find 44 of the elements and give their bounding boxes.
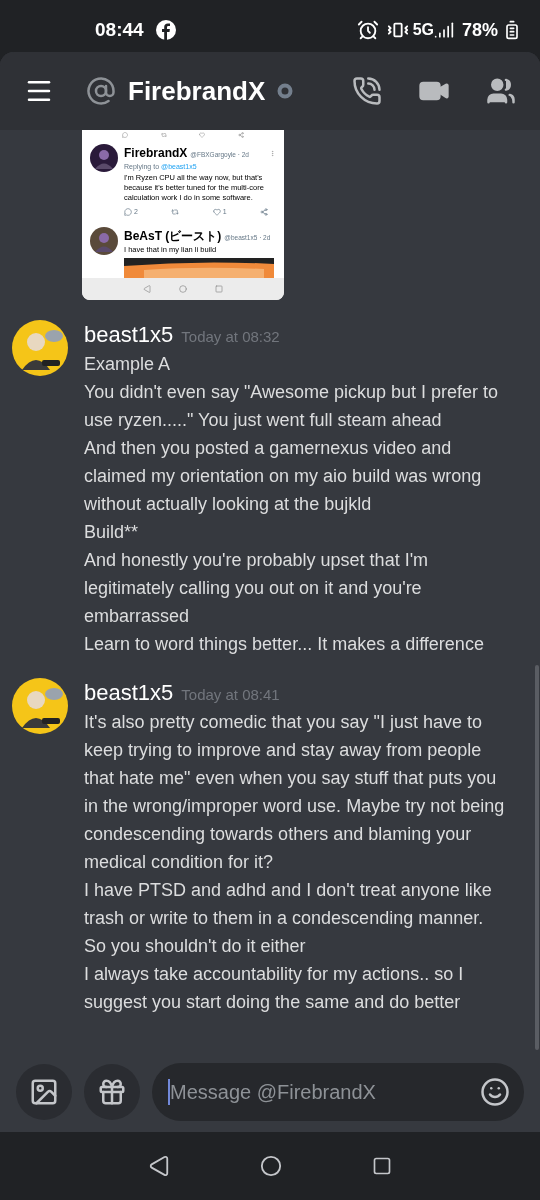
image-icon [29,1077,59,1107]
home-icon[interactable] [260,1155,282,1177]
emoji-icon[interactable] [480,1077,510,1107]
message-text: And honestly you're probably upset that I'm legitimately calling you out on it and you're embarrassed [84,549,430,628]
gift-button[interactable] [84,1064,140,1120]
at-icon [86,76,116,106]
message-input[interactable]: Message @FirebrandX [152,1063,524,1121]
home-icon [179,285,187,293]
avatar[interactable] [12,678,68,734]
avatar[interactable] [12,320,68,376]
gift-icon [97,1077,127,1107]
message-text: I always take accountability for my actions.. so I suggest you start doing the same and do better [84,963,465,1014]
battery-percent: 78% [461,18,498,42]
text-cursor [168,1079,170,1105]
message-timestamp: Today at 08:41 [181,685,280,705]
tweet-author: FirebrandX [124,145,188,162]
recents-icon [215,285,223,293]
channel-title: FirebrandX [128,74,266,108]
call-icon[interactable] [352,76,382,106]
recents-icon[interactable] [372,1156,392,1176]
message-text: Learn to word things better... It makes a difference [84,633,485,656]
message-text: Example A [84,353,172,376]
message-text: I have PTSD and adhd and I don't treat anyone like trash or write to them in a condescending manner. So you shouldn't do it either [84,879,493,958]
back-icon [143,285,151,293]
message-author[interactable]: beast1x5 [84,320,174,350]
status-icon [277,83,294,99]
alarm-icon [356,19,379,41]
network-type: 5G [412,20,434,40]
tweet-author: BeAsT (ビースト) [124,228,222,245]
signal-icon [433,20,454,40]
members-icon[interactable] [486,76,516,106]
message-author[interactable]: beast1x5 [84,678,174,708]
image-button[interactable] [16,1064,72,1120]
message-timestamp: Today at 08:32 [181,327,280,347]
message-text: And then you posted a gamernexus video and claimed my orientation on my aio build was wrong without actually looking at the bujkld [84,437,483,516]
screenshot-attachment[interactable] [82,130,284,300]
facebook-icon [155,20,176,40]
avatar [90,144,118,172]
message-text: It's also pretty comedic that you say "I just have to keep trying to improve and stay away from people that hate me" even when you say stuff that puts you in the wrong/improper word use. Maybe try not being condescending towards others and blaming your medical condition for it? [84,711,506,874]
back-icon[interactable] [148,1155,170,1177]
avatar [90,227,118,255]
clock: 08:44 [95,17,144,42]
message-text: You didn't even say "Awesome pickup but I prefer to use ryzen....." You just went full steam ahead [84,381,500,432]
message-text: Build** [84,521,140,544]
